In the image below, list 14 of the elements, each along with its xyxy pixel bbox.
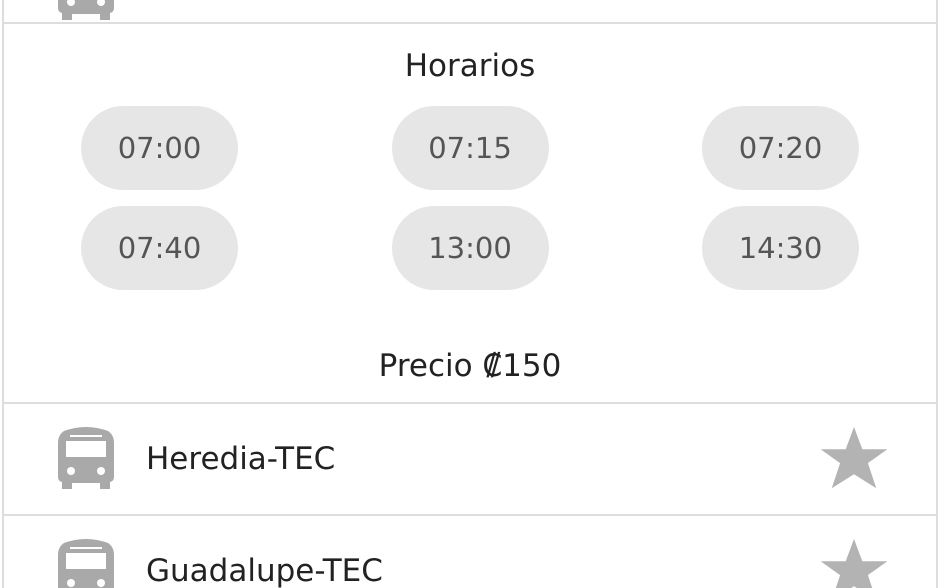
time-chip[interactable]: 07:00 (81, 106, 238, 190)
star-icon[interactable] (820, 427, 888, 491)
time-chip[interactable]: 13:00 (392, 206, 548, 290)
time-chip[interactable]: 07:15 (392, 106, 548, 190)
time-chip[interactable]: 07:20 (702, 106, 859, 190)
route-name[interactable]: Guadalupe-TEC (146, 553, 790, 588)
time-chip[interactable]: 14:30 (702, 206, 859, 290)
route-name[interactable]: Heredia-TEC (146, 441, 790, 477)
star-icon[interactable] (820, 539, 888, 588)
schedule-title: Horarios (404, 47, 536, 86)
time-chip[interactable]: 07:40 (81, 206, 238, 290)
price-text: Precio ₡150 (378, 347, 562, 386)
bus-icon (56, 539, 116, 588)
bus-icon (56, 427, 116, 491)
